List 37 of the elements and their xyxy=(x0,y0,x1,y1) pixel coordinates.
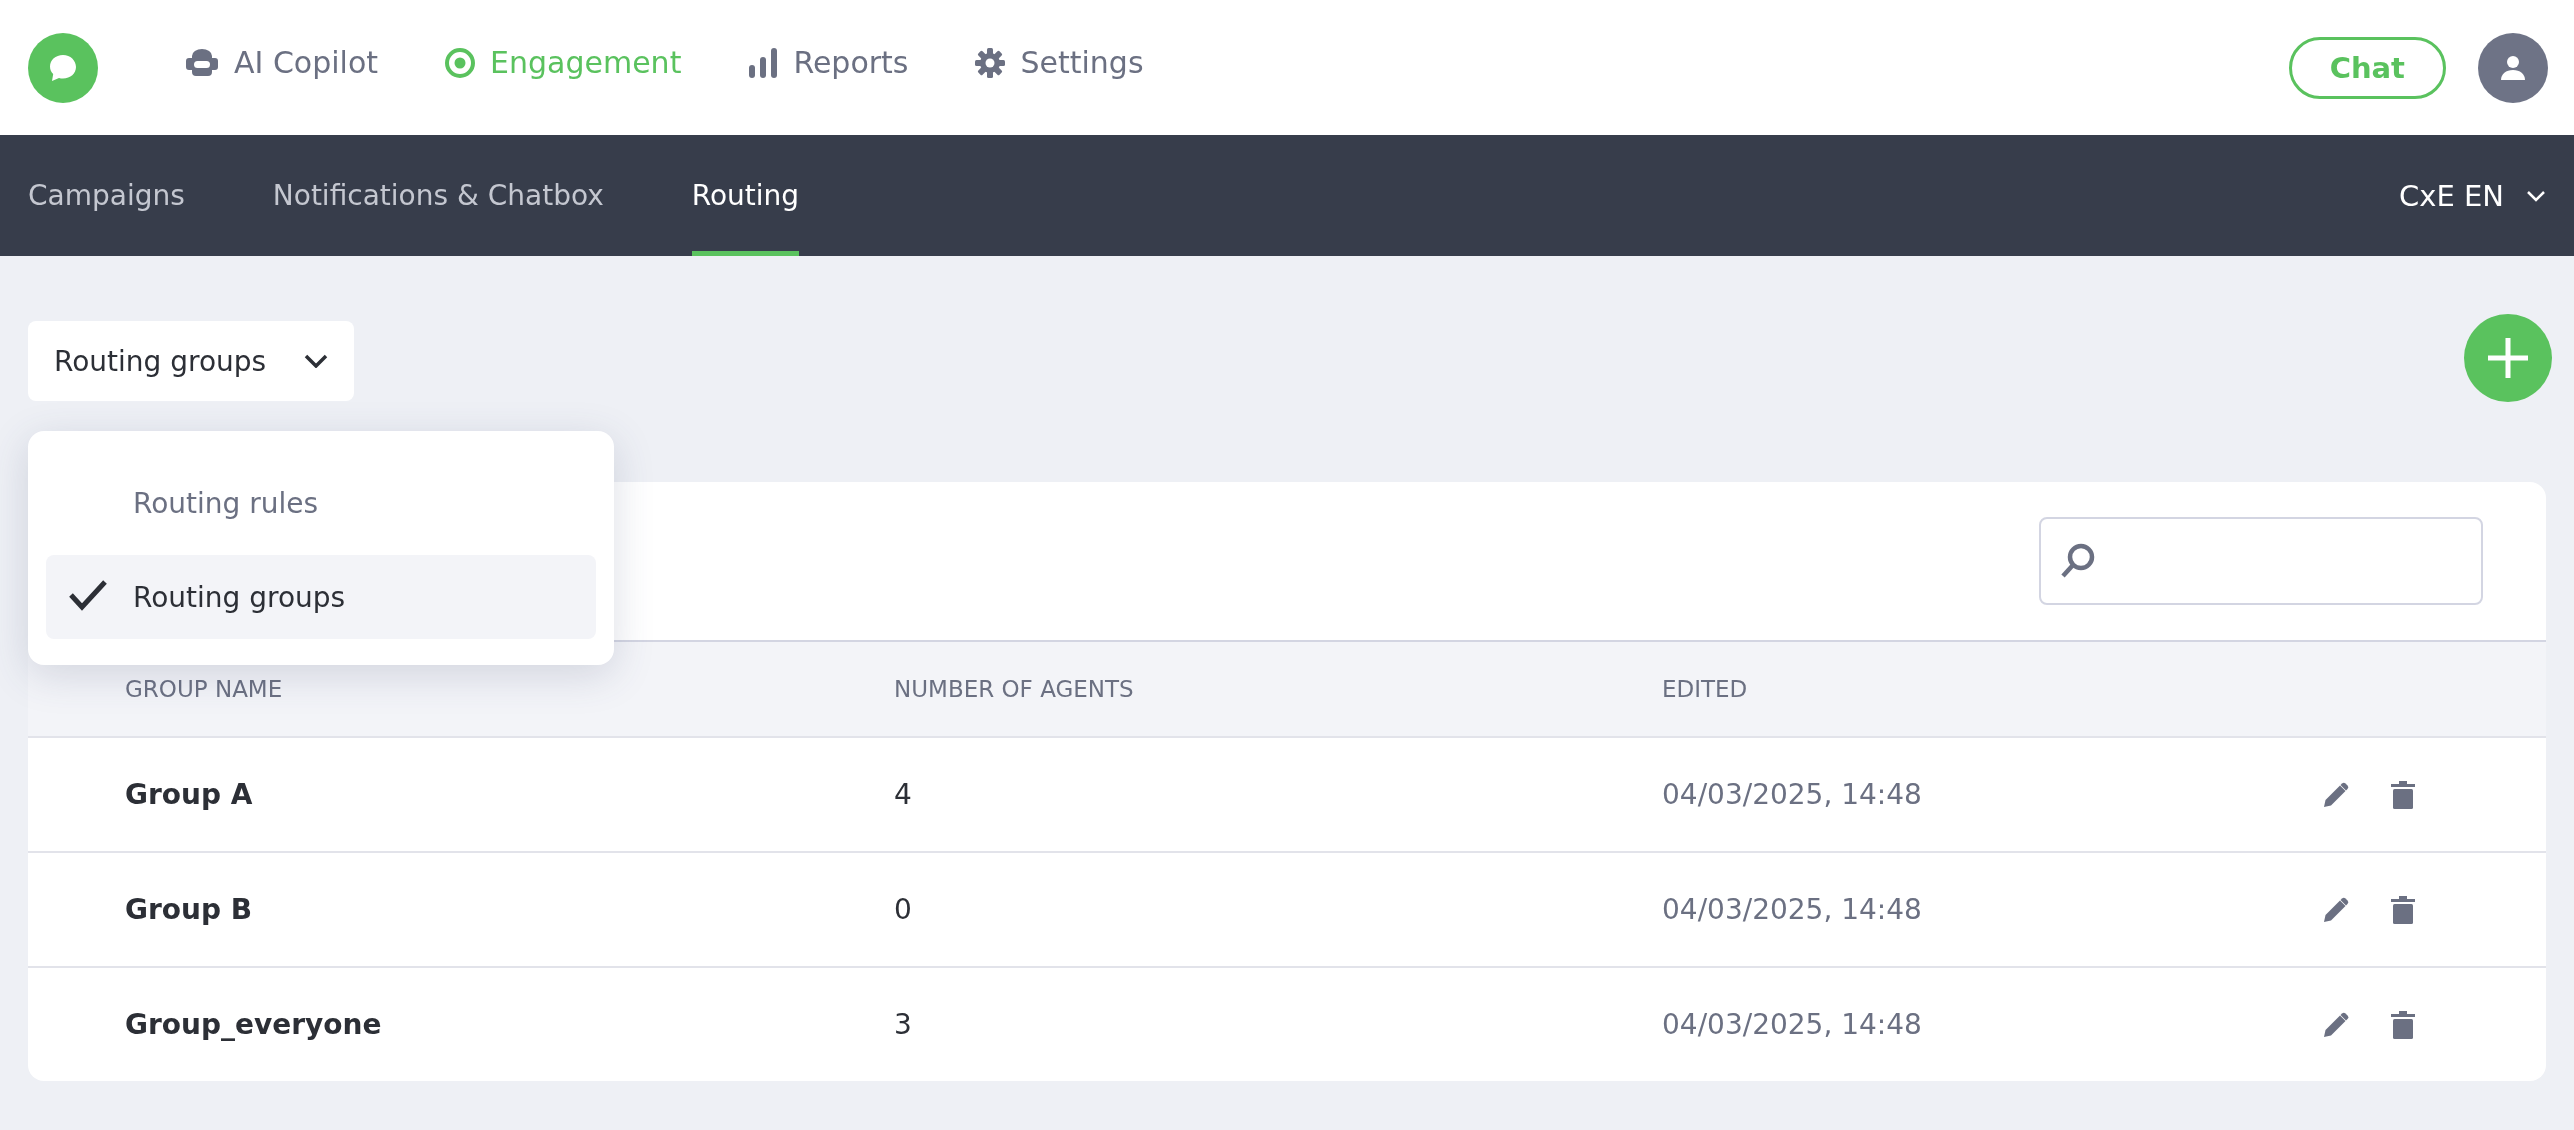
nav-item[interactable]: Settings xyxy=(974,45,1144,80)
table-cell-text: Group A xyxy=(125,778,254,811)
table-cell-text: 4 xyxy=(894,778,913,811)
table-cell-text: 3 xyxy=(894,1008,913,1041)
delete-icon[interactable] xyxy=(2390,1009,2416,1040)
workspace-select[interactable]: CxE EN xyxy=(2399,178,2546,213)
table-cell-text: 04/03/2025, 14:48 xyxy=(1662,1008,1923,1041)
delete-icon[interactable] xyxy=(2390,894,2416,925)
table-cell-text: Group B xyxy=(125,893,254,926)
edit-icon[interactable] xyxy=(2322,1010,2350,1039)
menu-option[interactable]: Routing rules xyxy=(46,461,596,545)
sub-nav-tab[interactable]: Campaigns xyxy=(28,135,185,256)
nav-item[interactable]: AI Copilot xyxy=(184,45,379,80)
column-header: EDITED xyxy=(1662,676,1749,702)
sub-nav-tab[interactable]: Routing xyxy=(691,135,800,256)
table-cell-text: 04/03/2025, 14:48 xyxy=(1662,893,1923,926)
table-cell-text: Group_everyone xyxy=(125,1008,383,1041)
table-cell-text: 0 xyxy=(894,893,913,926)
chevron-down-icon xyxy=(304,354,329,368)
edit-icon[interactable] xyxy=(2322,780,2350,809)
column-header: GROUP NAME xyxy=(125,676,284,702)
robot-icon xyxy=(184,47,220,78)
column-header: NUMBER OF AGENTS xyxy=(894,676,1135,702)
nav-item[interactable]: Reports xyxy=(747,45,909,80)
view-select[interactable]: Routing groups xyxy=(28,321,355,401)
chevron-down-icon xyxy=(2526,189,2546,202)
menu-option[interactable]: Routing groups xyxy=(46,555,596,639)
sub-nav-tab[interactable]: Notifications & Chatbox xyxy=(272,135,604,256)
settings-icon xyxy=(974,46,1007,79)
edit-icon[interactable] xyxy=(2322,895,2350,924)
bar-chart-icon xyxy=(747,46,780,79)
target-icon xyxy=(444,46,477,79)
delete-icon[interactable] xyxy=(2390,779,2416,810)
search-icon xyxy=(2061,543,2095,579)
table-cell-text: 04/03/2025, 14:48 xyxy=(1662,778,1923,811)
search-field[interactable] xyxy=(2039,517,2483,605)
check-icon xyxy=(68,579,108,611)
